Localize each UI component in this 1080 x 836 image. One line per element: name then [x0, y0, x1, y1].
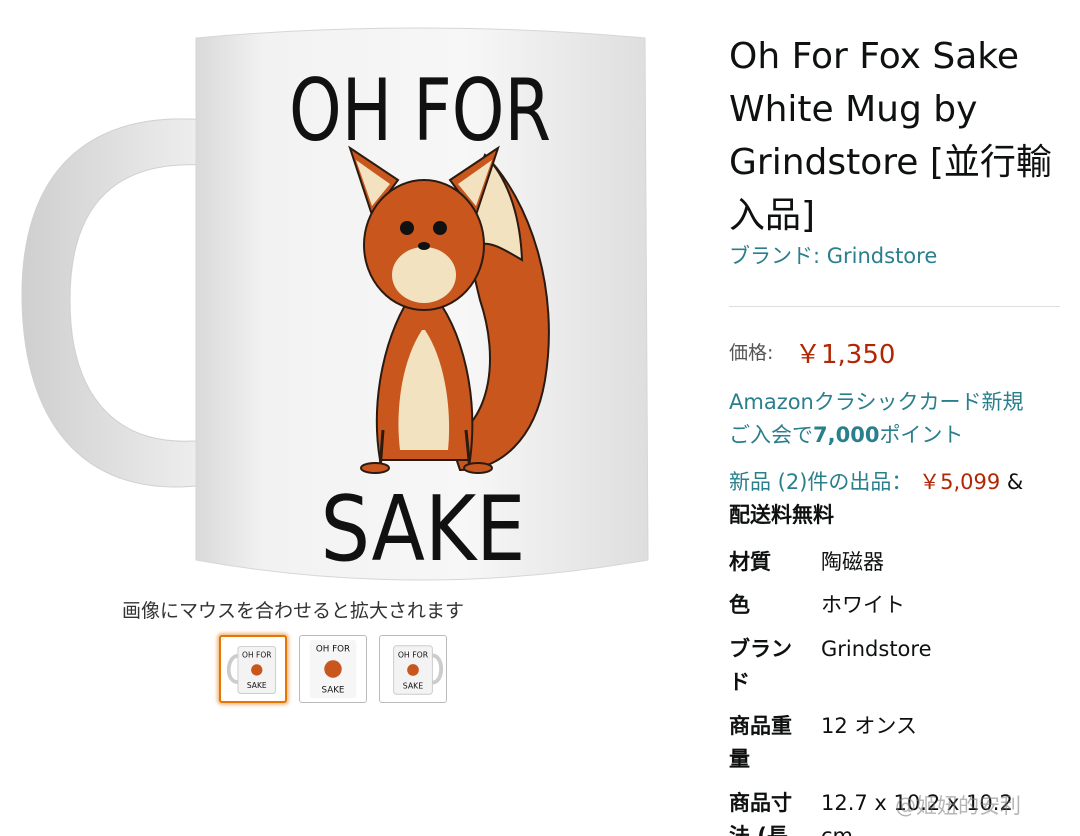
- product-image[interactable]: OH FOR SAKE: [0, 0, 700, 600]
- watermark: @姬妞的安利: [895, 794, 1021, 818]
- svg-text:OH FOR: OH FOR: [242, 651, 271, 660]
- credit-card-promo-link[interactable]: Amazonクラシックカード新規 ご入会で7,000ポイント: [729, 386, 1069, 452]
- svg-text:SAKE: SAKE: [247, 681, 267, 690]
- free-shipping-label: 配送料無料: [729, 503, 834, 527]
- spec-value-weight: 12 オンス: [821, 714, 917, 738]
- svg-text:SAKE: SAKE: [322, 685, 345, 695]
- mug-handle: [21, 118, 206, 488]
- offers-block: 新品 (2)件の出品： ￥5,099 & 配送料無料: [729, 466, 1074, 532]
- thumbnail-2[interactable]: OH FOR SAKE: [299, 635, 367, 703]
- spec-key-dimensions: 商品寸法 (長: [729, 791, 792, 836]
- new-offers-link[interactable]: 新品 (2)件の出品：: [729, 470, 912, 494]
- offer-price: ￥5,099: [919, 470, 1001, 494]
- svg-text:OH FOR: OH FOR: [316, 645, 350, 655]
- brand-link[interactable]: ブランド: Grindstore: [729, 240, 937, 270]
- spec-key-material: 材質: [729, 550, 771, 574]
- promo-line-1: Amazonクラシックカード新規: [729, 390, 1024, 414]
- mug-thumbnail-icon: OH FOR SAKE: [226, 645, 277, 694]
- spec-value-material: 陶磁器: [821, 550, 884, 574]
- spec-key-brand: ブランド: [729, 637, 792, 694]
- mug-thumbnail-icon: OH FOR SAKE: [309, 639, 357, 699]
- svg-text:SAKE: SAKE: [403, 681, 423, 690]
- offer-amp: &: [1006, 470, 1024, 494]
- spec-value-color: ホワイト: [821, 593, 905, 617]
- price-value: ￥1,350: [795, 340, 896, 370]
- mug-text-top: OH FOR: [289, 61, 551, 161]
- divider: [729, 306, 1060, 307]
- spec-value-brand: Grindstore: [821, 637, 932, 661]
- image-zoom-hint: 画像にマウスを合わせると拡大されます: [122, 600, 465, 622]
- product-title: Oh For Fox Sake White Mug by Grindstore …: [729, 36, 1052, 236]
- mug-thumbnail-icon: OH FOR SAKE: [393, 645, 444, 695]
- svg-text:OH FOR: OH FOR: [398, 650, 429, 659]
- spec-key-weight: 商品重量: [729, 714, 792, 771]
- promo-line-2: ご入会で7,000ポイント: [729, 423, 964, 447]
- price-label: 価格:: [729, 342, 774, 364]
- thumbnail-3[interactable]: OH FOR SAKE: [379, 635, 447, 703]
- mug-text-bottom: SAKE: [321, 477, 526, 582]
- spec-key-color: 色: [729, 593, 750, 617]
- thumbnail-1[interactable]: OH FOR SAKE: [219, 635, 287, 703]
